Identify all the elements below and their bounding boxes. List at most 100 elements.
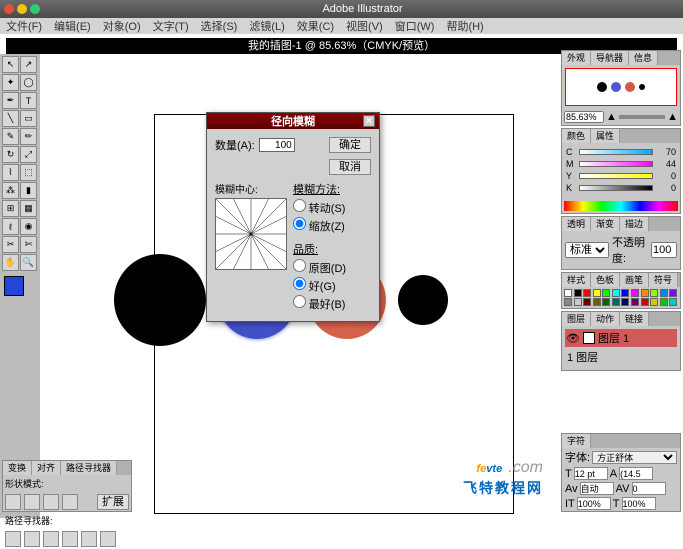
tab-styles[interactable]: 样式: [562, 273, 591, 287]
menu-file[interactable]: 文件(F): [6, 18, 42, 34]
trim-icon[interactable]: [24, 531, 40, 547]
tab-symbols[interactable]: 符号: [649, 273, 678, 287]
layer-row[interactable]: 👁 图层 1: [565, 329, 677, 347]
crop-icon[interactable]: [62, 531, 78, 547]
swatch[interactable]: [612, 298, 620, 306]
blend-tool-icon[interactable]: ◉: [20, 218, 37, 235]
swatch[interactable]: [631, 289, 639, 297]
mesh-tool-icon[interactable]: ⊞: [2, 200, 19, 217]
cancel-button[interactable]: 取消: [329, 159, 371, 175]
maximize-window-icon[interactable]: [30, 4, 40, 14]
expand-button[interactable]: 扩展: [97, 494, 129, 510]
y-slider[interactable]: [579, 173, 653, 179]
tab-transform[interactable]: 变换: [3, 461, 32, 475]
swatch[interactable]: [602, 289, 610, 297]
pencil-tool-icon[interactable]: ✏: [20, 128, 37, 145]
blur-preview[interactable]: [215, 198, 287, 270]
swatch[interactable]: [621, 289, 629, 297]
dialog-close-icon[interactable]: ×: [363, 115, 375, 127]
menu-view[interactable]: 视图(V): [346, 18, 383, 34]
circle-black-small[interactable]: [398, 275, 448, 325]
font-size-input[interactable]: [574, 467, 608, 480]
tracking-input[interactable]: [632, 482, 666, 495]
tab-pathfinder[interactable]: 路径寻找器: [61, 461, 117, 475]
tab-character[interactable]: 字符: [562, 434, 591, 448]
k-slider[interactable]: [579, 185, 653, 191]
swatch[interactable]: [669, 289, 677, 297]
intersect-icon[interactable]: [43, 494, 59, 510]
navigator-preview[interactable]: [565, 68, 677, 106]
minus-back-icon[interactable]: [100, 531, 116, 547]
swatch[interactable]: [669, 298, 677, 306]
kerning-input[interactable]: [580, 482, 614, 495]
type-tool-icon[interactable]: T: [20, 92, 37, 109]
swatch[interactable]: [583, 298, 591, 306]
rectangle-tool-icon[interactable]: ▭: [20, 110, 37, 127]
divide-icon[interactable]: [5, 531, 21, 547]
zoom-in-icon[interactable]: ▲: [667, 111, 678, 123]
tab-color[interactable]: 颜色: [562, 129, 591, 143]
menu-edit[interactable]: 编辑(E): [54, 18, 91, 34]
selection-tool-icon[interactable]: ↖: [2, 56, 19, 73]
lasso-tool-icon[interactable]: ◯: [20, 74, 37, 91]
tab-brushes[interactable]: 画笔: [620, 273, 649, 287]
quality-best[interactable]: 最好(B): [293, 295, 346, 313]
eyedropper-tool-icon[interactable]: ℓ: [2, 218, 19, 235]
font-select[interactable]: 方正舒体: [592, 451, 677, 464]
zoom-out-icon[interactable]: ▲: [606, 111, 617, 123]
exclude-icon[interactable]: [62, 494, 78, 510]
minimize-window-icon[interactable]: [17, 4, 27, 14]
line-tool-icon[interactable]: ╲: [2, 110, 19, 127]
merge-icon[interactable]: [43, 531, 59, 547]
swatch[interactable]: [574, 298, 582, 306]
direct-select-tool-icon[interactable]: ↗: [20, 56, 37, 73]
tab-appearance[interactable]: 外观: [562, 51, 591, 65]
free-transform-tool-icon[interactable]: ⬚: [20, 164, 37, 181]
m-slider[interactable]: [579, 161, 653, 167]
quality-good[interactable]: 好(G): [293, 277, 346, 295]
swatch[interactable]: [631, 298, 639, 306]
tab-align[interactable]: 对齐: [32, 461, 61, 475]
swatch[interactable]: [650, 289, 658, 297]
leading-input[interactable]: [619, 467, 653, 480]
method-spin[interactable]: 转动(S): [293, 199, 346, 217]
menu-object[interactable]: 对象(O): [103, 18, 141, 34]
visibility-icon[interactable]: 👁: [566, 332, 580, 345]
amount-input[interactable]: [259, 138, 295, 152]
symbol-sprayer-tool-icon[interactable]: ⁂: [2, 182, 19, 199]
swatch[interactable]: [660, 298, 668, 306]
swatch[interactable]: [612, 289, 620, 297]
tab-layers[interactable]: 图层: [562, 312, 591, 326]
slice-tool-icon[interactable]: ✂: [2, 236, 19, 253]
swatch[interactable]: [621, 298, 629, 306]
circle-black-large[interactable]: [114, 254, 206, 346]
tab-info[interactable]: 信息: [629, 51, 658, 65]
tab-transparency[interactable]: 透明: [562, 217, 591, 231]
swatch[interactable]: [574, 289, 582, 297]
menu-effect[interactable]: 效果(C): [297, 18, 334, 34]
fill-stroke-swatch[interactable]: [2, 274, 38, 304]
tab-stroke[interactable]: 描边: [620, 217, 649, 231]
graph-tool-icon[interactable]: ▮: [20, 182, 37, 199]
tab-actions[interactable]: 动作: [591, 312, 620, 326]
zoom-input[interactable]: [564, 111, 604, 123]
tab-swatches[interactable]: 色板: [591, 273, 620, 287]
brush-tool-icon[interactable]: ✎: [2, 128, 19, 145]
swatch[interactable]: [593, 289, 601, 297]
zoom-slider[interactable]: [619, 115, 665, 119]
menu-type[interactable]: 文字(T): [153, 18, 189, 34]
tab-gradient[interactable]: 渐变: [591, 217, 620, 231]
tab-navigator[interactable]: 导航器: [591, 51, 629, 65]
magic-wand-tool-icon[interactable]: ✦: [2, 74, 19, 91]
ok-button[interactable]: 确定: [329, 137, 371, 153]
swatch[interactable]: [660, 289, 668, 297]
menu-help[interactable]: 帮助(H): [446, 18, 483, 34]
swatch[interactable]: [564, 298, 572, 306]
blend-mode-select[interactable]: 标准: [565, 242, 609, 258]
tab-attributes[interactable]: 属性: [591, 129, 620, 143]
scale-tool-icon[interactable]: ⤢: [20, 146, 37, 163]
vscale-input[interactable]: [577, 497, 611, 510]
swatch[interactable]: [650, 298, 658, 306]
pen-tool-icon[interactable]: ✒: [2, 92, 19, 109]
rotate-tool-icon[interactable]: ↻: [2, 146, 19, 163]
